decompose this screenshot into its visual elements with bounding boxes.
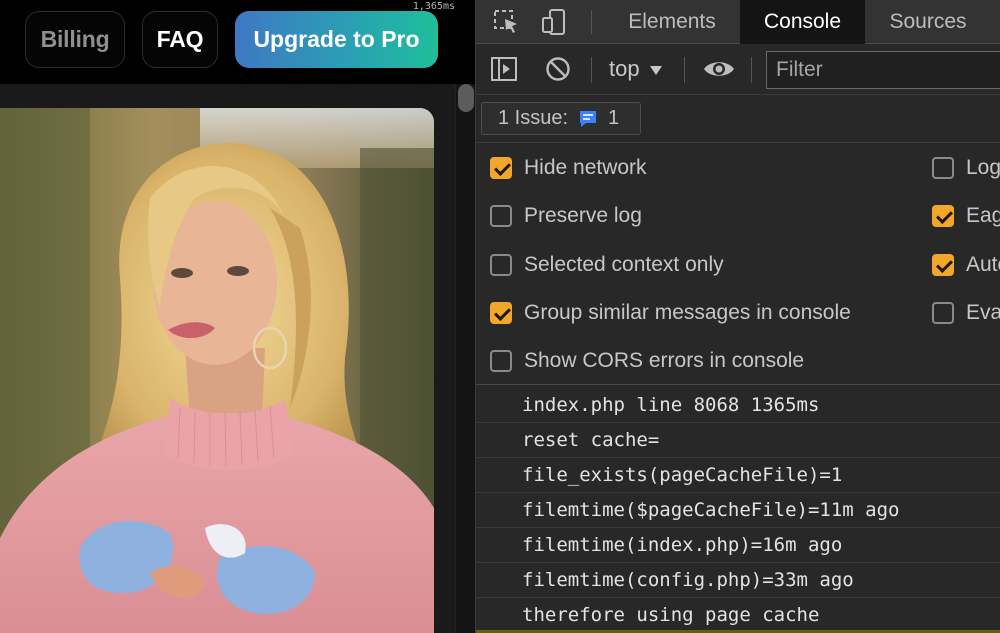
console-message: therefore using page cache	[476, 598, 1000, 633]
setting-eager-evaluation[interactable]: Eag	[932, 201, 1000, 231]
checkbox[interactable]	[490, 302, 512, 324]
context-selector[interactable]: top	[609, 54, 662, 84]
tab-elements[interactable]: Elements	[614, 0, 730, 44]
setting-label: Eag	[966, 204, 1000, 227]
checkbox[interactable]	[932, 254, 954, 276]
billing-button[interactable]: Billing	[25, 11, 125, 68]
console-filter-input[interactable]	[766, 51, 1000, 89]
setting-autocomplete[interactable]: Auto	[932, 250, 1000, 280]
generated-portrait-image[interactable]	[0, 108, 434, 633]
checkbox[interactable]	[932, 157, 954, 179]
checkbox[interactable]	[490, 205, 512, 227]
setting-evaluate-triggers-activation[interactable]: Eva	[932, 298, 1000, 328]
setting-label: Hide network	[524, 156, 647, 179]
page-scrollbar[interactable]	[455, 84, 475, 633]
toolbar-divider	[751, 57, 752, 83]
toolbar-divider	[591, 10, 592, 34]
content-area	[0, 84, 455, 633]
toolbar-divider	[591, 57, 592, 83]
devtools-panel: Elements Console Sources top Filter 1 Is…	[475, 0, 1000, 633]
tab-console[interactable]: Console	[740, 0, 865, 44]
console-message: reset cache=	[476, 423, 1000, 458]
setting-label: Show CORS errors in console	[524, 349, 805, 372]
chevron-down-icon	[649, 65, 662, 75]
portrait-illustration	[0, 108, 434, 633]
checkbox[interactable]	[490, 254, 512, 276]
console-settings: Hide network Preserve log Selected conte…	[476, 143, 1000, 385]
issues-label: 1 Issue:	[498, 107, 569, 129]
console-message: file_exists(pageCacheFile)=1	[476, 458, 1000, 493]
setting-show-cors-errors[interactable]: Show CORS errors in console	[490, 346, 804, 376]
tab-sources[interactable]: Sources	[868, 0, 988, 44]
inspect-element-icon[interactable]	[492, 8, 522, 36]
console-message: filemtime(index.php)=16m ago	[476, 528, 1000, 563]
setting-selected-context-only[interactable]: Selected context only	[490, 250, 724, 280]
checkbox[interactable]	[490, 157, 512, 179]
upgrade-to-pro-button[interactable]: Upgrade to Pro	[235, 11, 438, 68]
issues-button[interactable]: 1 Issue: 1	[481, 102, 641, 135]
console-message: filemtime($pageCacheFile)=11m ago	[476, 493, 1000, 528]
live-expression-eye-icon[interactable]	[702, 55, 736, 83]
device-toolbar-icon[interactable]	[540, 8, 570, 36]
devtools-tab-strip: Elements Console Sources	[476, 0, 1000, 44]
console-messages: index.php line 8068 1365ms reset cache= …	[476, 386, 1000, 633]
setting-label: Auto	[966, 253, 1000, 276]
console-message: index.php line 8068 1365ms	[476, 388, 1000, 423]
top-nav-bar: Billing FAQ Upgrade to Pro 1,365ms	[0, 0, 455, 84]
setting-label: Eva	[966, 301, 1000, 324]
clear-console-icon[interactable]	[544, 55, 574, 83]
setting-label: Selected context only	[524, 253, 724, 276]
issues-count: 1	[608, 107, 620, 129]
setting-label: Group similar messages in console	[524, 301, 851, 324]
setting-label: Preserve log	[524, 204, 642, 227]
issues-bar: 1 Issue: 1	[476, 95, 1000, 143]
message-icon	[578, 109, 598, 129]
console-message: filemtime(config.php)=33m ago	[476, 563, 1000, 598]
timing-badge: 1,365ms	[412, 1, 455, 12]
setting-label: Log	[966, 156, 1000, 179]
checkbox[interactable]	[932, 205, 954, 227]
show-sidebar-icon[interactable]	[490, 55, 520, 83]
web-page: Billing FAQ Upgrade to Pro 1,365ms	[0, 0, 455, 633]
setting-log-xmlhttprequests[interactable]: Log	[932, 153, 1000, 183]
context-selector-label: top	[609, 56, 640, 81]
faq-button[interactable]: FAQ	[142, 11, 218, 68]
setting-preserve-log[interactable]: Preserve log	[490, 201, 642, 231]
toolbar-divider	[684, 57, 685, 83]
page-scrollbar-thumb[interactable]	[458, 84, 474, 112]
checkbox[interactable]	[490, 350, 512, 372]
setting-group-similar[interactable]: Group similar messages in console	[490, 298, 851, 328]
console-toolbar: top	[476, 44, 1000, 95]
setting-hide-network[interactable]: Hide network	[490, 153, 647, 183]
checkbox[interactable]	[932, 302, 954, 324]
